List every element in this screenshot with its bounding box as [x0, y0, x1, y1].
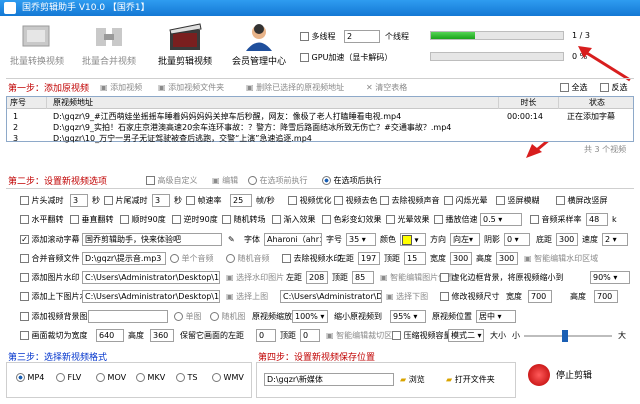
- progress-fill-total: [431, 32, 475, 39]
- font-select[interactable]: Aharoni（ahr：: [264, 233, 322, 246]
- col-duration: 时长: [499, 97, 559, 109]
- direction-select[interactable]: 向左▾: [450, 233, 480, 246]
- table-row[interactable]: 1 D:\gqzr\9_#江西萌娃坐摇摇车睡着妈妈妈妈关掉车后秒醒，网友：像极了…: [7, 111, 633, 122]
- compress-slider-handle[interactable]: [562, 330, 568, 342]
- add-video-button[interactable]: ▣ 添加视频: [100, 81, 142, 94]
- multithread-checkbox[interactable]: [300, 32, 309, 41]
- gpu-option[interactable]: GPU加速（显卡解码）: [300, 51, 392, 64]
- tail-cut-input[interactable]: 3: [152, 194, 170, 207]
- gpu-checkbox[interactable]: [300, 53, 309, 62]
- col-path: 原视频地址: [47, 97, 499, 109]
- open-folder-button[interactable]: ▰ 打开文件夹: [446, 373, 495, 386]
- invert-option[interactable]: 反选: [600, 81, 628, 94]
- arrow-to-progress: [581, 48, 631, 82]
- shadow-select[interactable]: 0 ▾: [504, 233, 530, 246]
- col-no: 序号: [7, 97, 47, 109]
- progress-bar-total: [430, 31, 564, 40]
- folder-icon: ▰: [400, 375, 407, 384]
- edit-button[interactable]: ▣ 编辑: [212, 174, 238, 187]
- open-folder-icon: ▰: [446, 375, 453, 384]
- clear-table-button[interactable]: ✕ 清空表格: [366, 81, 407, 94]
- video-table: 序号 原视频地址 时长 状态 1 D:\gqzr\9_#江西萌娃坐摇摇车睡着妈妈…: [6, 96, 634, 144]
- subtitle-checkbox[interactable]: [20, 235, 29, 244]
- invert-checkbox[interactable]: [600, 83, 609, 92]
- select-all-option[interactable]: 全选: [560, 81, 588, 94]
- thread-count-input[interactable]: 2: [344, 30, 380, 43]
- run-before-option[interactable]: 在选项前执行: [248, 174, 308, 187]
- select-all-checkbox[interactable]: [560, 83, 569, 92]
- stop-icon[interactable]: [528, 364, 550, 386]
- save-path-input[interactable]: D:\gqzr\新媒体: [264, 373, 394, 386]
- stop-button[interactable]: 停止剪辑: [556, 370, 592, 383]
- table-header: 序号 原视频地址 时长 状态: [7, 97, 633, 109]
- font-picker-icon[interactable]: ✎: [228, 233, 235, 246]
- film-clapper-icon: [169, 23, 202, 50]
- convert-video-button[interactable]: 批量转换视频: [8, 22, 66, 67]
- merge-icon: [96, 28, 122, 46]
- add-folder-button[interactable]: ▣ 添加视频文件夹: [158, 81, 224, 94]
- sample-rate-input[interactable]: 48: [586, 213, 608, 226]
- margin-input[interactable]: 300: [556, 233, 578, 246]
- app-window: 国乔剪辑助手 V10.0 【国乔1】 批量转换视频 批量合并视频 批量剪辑视频 …: [0, 0, 640, 404]
- smart-edit-logo-button[interactable]: ▣ 智能编辑水印区域: [524, 252, 598, 265]
- speed-select[interactable]: 0.5 ▾: [480, 213, 522, 226]
- col-status: 状态: [589, 98, 605, 107]
- head-cut-input[interactable]: 3: [70, 194, 88, 207]
- subtitle-text-input[interactable]: 国乔剪辑助手，快来体验吧: [82, 233, 222, 246]
- browse-button[interactable]: ▰ 浏览: [400, 373, 425, 386]
- user-icon: [246, 24, 272, 51]
- batch-edit-button[interactable]: 批量剪辑视频: [152, 22, 218, 67]
- font-size-select[interactable]: 35 ▾: [346, 233, 376, 246]
- divider: [6, 188, 634, 189]
- divider: [6, 78, 634, 79]
- window-title: 国乔剪辑助手 V10.0 【国乔1】: [22, 3, 150, 13]
- member-center-button[interactable]: 会员管理中心: [230, 22, 288, 67]
- advanced-option[interactable]: 高级自定义: [146, 174, 198, 187]
- app-icon: [4, 2, 16, 14]
- delete-selected-button[interactable]: ▣ 删除已选择的原视频地址: [246, 81, 344, 94]
- step2-title: 第二步：设置新视频选项: [8, 177, 108, 187]
- convert-icon: [22, 25, 50, 47]
- step1-title: 第一步：添加原视频: [8, 84, 90, 94]
- framerate-input[interactable]: 25: [230, 194, 252, 207]
- status-cell: 正在添加字幕: [567, 112, 615, 121]
- audio-path-input[interactable]: D:\gqzr\提示音.mp3: [82, 252, 166, 265]
- table-row[interactable]: 3 D:\gqzr\10_万宁一男子无证驾驶被查后逃跑，交警“上演”急速追逐.m…: [7, 133, 633, 144]
- run-after-option[interactable]: 在选项后执行: [322, 174, 382, 187]
- video-count: 共 3 个视频: [584, 145, 627, 154]
- merge-video-button[interactable]: 批量合并视频: [80, 22, 138, 67]
- table-row[interactable]: 2 D:\gqzr\9_实拍！石家庄京港澳高速20余车连环事故：？警方：降雪后路…: [7, 122, 633, 133]
- title-bar: 国乔剪辑助手 V10.0 【国乔1】: [0, 0, 640, 16]
- scroll-speed-select[interactable]: 2 ▾: [602, 233, 628, 246]
- color-picker[interactable]: ▾: [400, 233, 426, 246]
- thread-unit-label: 个线程: [385, 32, 409, 41]
- multithread-option[interactable]: 多线程: [300, 30, 336, 43]
- compress-slider[interactable]: [524, 335, 612, 337]
